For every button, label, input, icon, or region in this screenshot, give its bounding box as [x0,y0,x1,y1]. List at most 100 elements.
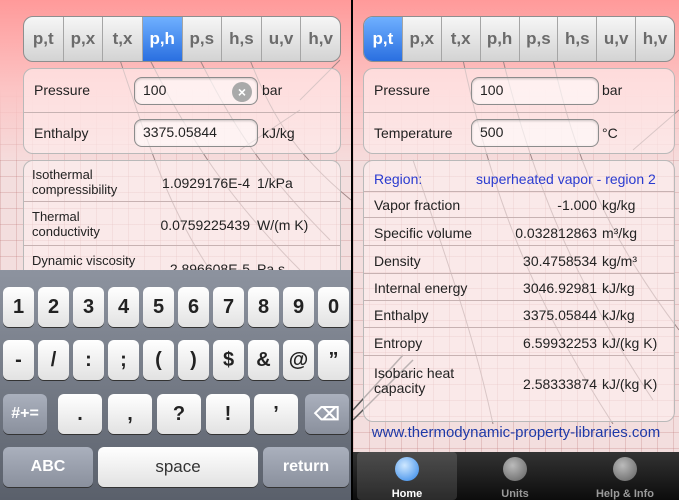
tab-p-h[interactable]: p,h [142,17,183,61]
result-unit: kg/m³ [602,253,637,269]
key-exclamation[interactable]: ! [206,394,250,434]
result-value: 0.0759225439 [160,217,250,233]
tab-h-v[interactable]: h,v [301,17,340,61]
enthalpy-input[interactable]: 3375.05844 [134,119,258,147]
tab-u-v[interactable]: u,v [597,17,637,61]
key-ampersand[interactable]: & [248,340,279,380]
key-semicolon[interactable]: ; [108,340,139,380]
tab-t-x[interactable]: t,x [103,17,143,61]
divider [24,112,340,113]
divider [364,191,674,192]
input-card: Pressure 100 × bar Enthalpy 3375.05844 k… [23,68,341,154]
tab-units[interactable]: Units [465,452,565,500]
input-card: Pressure 100 bar Temperature 500 °C [363,68,675,154]
result-value: 1.0929176E-4 [162,175,250,191]
result-value: 0.032812863 [515,225,597,241]
temperature-input[interactable]: 500 [471,119,599,147]
result-label: Enthalpy [374,307,429,323]
result-unit: 1/kPa [257,175,293,191]
left-screen: p,t p,x t,x p,h p,s h,s u,v h,v Pressure… [0,0,351,500]
divider [364,245,674,246]
tab-p-t[interactable]: p,t [364,17,403,61]
result-value: -1.000 [557,197,597,213]
key-6[interactable]: 6 [178,287,209,327]
result-value: 2.58333874 [523,376,597,392]
website-link[interactable]: www.thermodynamic-property-libraries.com [353,424,679,452]
tab-h-v[interactable]: h,v [636,17,674,61]
divider [364,300,674,301]
pressure-label: Pressure [34,82,91,98]
units-icon [503,457,527,481]
divider [364,327,674,328]
bottom-tab-bar: Home Units Help & Info [353,452,679,500]
pressure-unit: bar [602,82,623,98]
result-unit: kg/kg [602,197,636,213]
key-period[interactable]: . [58,394,102,434]
results-card: Region: superheated vapor - region 2 Vap… [363,160,675,422]
enthalpy-label: Enthalpy [34,125,89,141]
key-minus[interactable]: - [3,340,34,380]
key-0[interactable]: 0 [318,287,349,327]
key-space[interactable]: space [98,447,258,487]
clear-icon[interactable]: × [232,82,252,102]
tab-p-x[interactable]: p,x [64,17,104,61]
region-value: superheated vapor - region 2 [476,171,656,187]
pressure-input[interactable]: 100 [471,77,599,105]
property-pair-tabs: p,t p,x t,x p,h p,s h,s u,v h,v [363,16,675,62]
key-slash[interactable]: / [38,340,69,380]
key-dollar[interactable]: $ [213,340,244,380]
tab-p-s[interactable]: p,s [183,17,223,61]
key-abc[interactable]: ABC [3,447,93,487]
key-4[interactable]: 4 [108,287,139,327]
key-9[interactable]: 9 [283,287,314,327]
key-3[interactable]: 3 [73,287,104,327]
result-label: Entropy [374,335,423,351]
key-open-paren[interactable]: ( [143,340,174,380]
home-icon [395,457,419,481]
key-colon[interactable]: : [73,340,104,380]
key-question[interactable]: ? [157,394,201,434]
key-2[interactable]: 2 [38,287,69,327]
tab-label: Units [501,488,529,500]
enthalpy-unit: kJ/kg [262,125,295,141]
tab-u-v[interactable]: u,v [262,17,302,61]
result-value: 30.4758534 [523,253,597,269]
key-5[interactable]: 5 [143,287,174,327]
numeric-keyboard: 1 2 3 4 5 6 7 8 9 0 - / : ; ( ) $ & @ ” … [0,270,351,500]
temperature-label: Temperature [374,125,453,141]
tab-p-t[interactable]: p,t [24,17,64,61]
result-unit: W/(m K) [257,217,309,233]
result-value: 3046.92981 [523,280,597,296]
backspace-icon[interactable]: ⌫ [305,394,349,434]
tab-p-h[interactable]: p,h [481,17,520,61]
key-quote[interactable]: ” [318,340,349,380]
key-1[interactable]: 1 [3,287,34,327]
tab-p-x[interactable]: p,x [403,17,442,61]
result-label: Vapor fraction [374,197,461,213]
key-at[interactable]: @ [283,340,314,380]
property-pair-tabs: p,t p,x t,x p,h p,s h,s u,v h,v [23,16,341,62]
tab-home[interactable]: Home [357,452,457,500]
key-comma[interactable]: , [108,394,152,434]
tab-p-s[interactable]: p,s [520,17,559,61]
divider [364,355,674,356]
tab-h-s[interactable]: h,s [558,17,598,61]
result-label: Thermal conductivity [32,209,100,239]
screenshot: p,t p,x t,x p,h p,s h,s u,v h,v Pressure… [0,0,679,500]
tab-t-x[interactable]: t,x [442,17,481,61]
result-label: Isothermal compressibility [32,167,118,197]
key-8[interactable]: 8 [248,287,279,327]
key-apostrophe[interactable]: ’ [254,394,298,434]
tab-label: Home [391,488,423,500]
tab-h-s[interactable]: h,s [222,17,262,61]
divider [24,245,340,246]
key-close-paren[interactable]: ) [178,340,209,380]
key-7[interactable]: 7 [213,287,244,327]
divider [364,217,674,218]
result-label: Internal energy [374,280,468,296]
tab-help-info[interactable]: Help & Info [575,452,675,500]
divider [364,273,674,274]
result-unit: kJ/kg [602,280,635,296]
key-symbols[interactable]: #+= [3,394,47,434]
key-return[interactable]: return [263,447,349,487]
